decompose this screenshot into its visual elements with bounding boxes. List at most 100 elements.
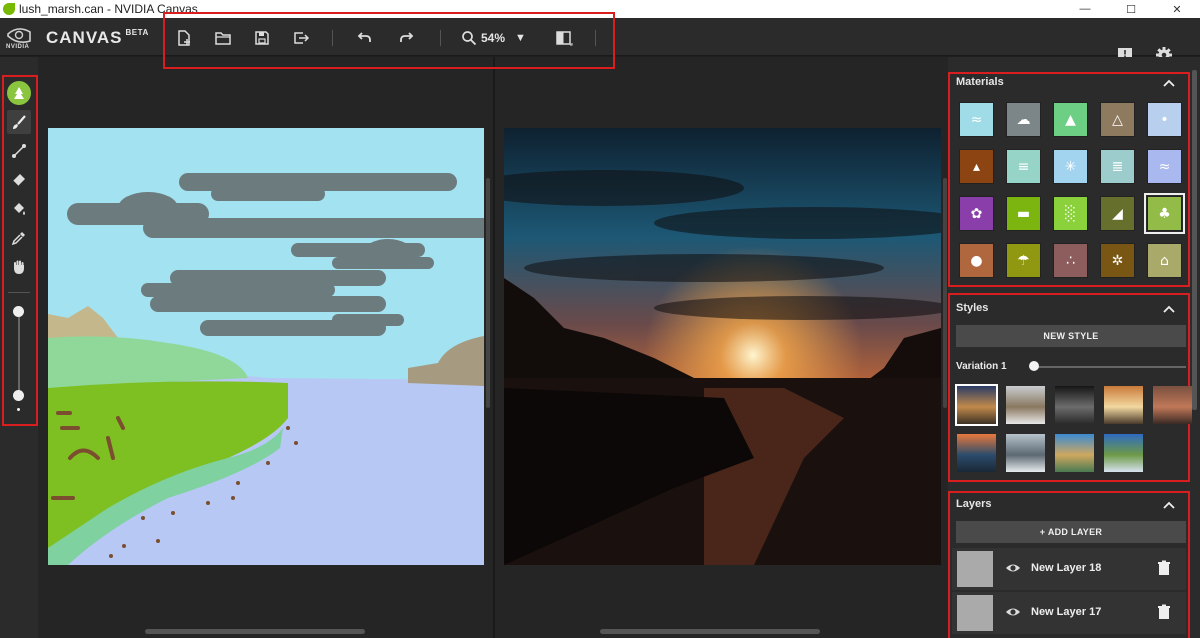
left-vertical-scrollbar[interactable] — [486, 178, 490, 408]
water-icon: ≈ — [1158, 158, 1171, 175]
brand-name: CANVAS — [46, 28, 123, 47]
layer-row[interactable]: New Layer 17 — [952, 592, 1186, 634]
palm-icon: ☂ — [1017, 252, 1030, 269]
zoom-control[interactable]: 54% ▼ — [461, 27, 539, 49]
new-style-button[interactable]: NEW STYLE — [956, 325, 1186, 347]
fog-icon: ≡ — [1017, 158, 1030, 175]
zoom-value: 54% — [481, 31, 506, 45]
style-thumbnail[interactable] — [957, 434, 996, 472]
material-sea[interactable]: ≈ — [959, 102, 994, 137]
redo-icon[interactable] — [395, 27, 419, 49]
beta-tag: BETA — [125, 28, 149, 37]
app-icon — [3, 3, 15, 15]
split-view-icon[interactable] — [552, 27, 576, 49]
brush-size-max-icon — [13, 306, 24, 317]
line-icon[interactable] — [7, 139, 31, 163]
material-tree-icon[interactable] — [7, 81, 31, 105]
maximize-button[interactable]: ☐ — [1108, 0, 1154, 18]
mountain-icon: △ — [1112, 111, 1123, 128]
chevron-up-icon[interactable] — [1163, 304, 1175, 314]
style-thumbnail[interactable] — [1055, 386, 1094, 424]
style-thumbnail[interactable] — [1055, 434, 1094, 472]
new-file-icon[interactable] — [172, 27, 196, 49]
zoom-icon — [462, 31, 477, 46]
brush-icon[interactable] — [7, 110, 31, 134]
variation-label: Variation 1 — [956, 361, 1007, 372]
undo-icon[interactable] — [352, 27, 376, 49]
eyedropper-icon[interactable] — [7, 226, 31, 250]
left-horizontal-scrollbar[interactable] — [145, 629, 365, 634]
tool-separator — [8, 292, 30, 293]
material-grass-hill[interactable]: ▲ — [1053, 102, 1088, 137]
trash-icon[interactable] — [1157, 604, 1171, 620]
open-folder-icon[interactable] — [211, 27, 235, 49]
material-sand[interactable]: ✲ — [1100, 243, 1135, 278]
pan-hand-icon[interactable] — [7, 255, 31, 279]
variation-slider[interactable] — [1034, 366, 1186, 368]
styles-title: Styles — [956, 302, 989, 314]
material-grass[interactable]: ▬ — [1006, 196, 1041, 231]
material-snow[interactable]: ✳ — [1053, 149, 1088, 184]
material-fog[interactable]: ≡ — [1006, 149, 1041, 184]
panel-scrollbar[interactable] — [1192, 70, 1197, 410]
chevron-up-icon[interactable] — [1163, 78, 1175, 88]
material-tall-grass[interactable]: ░ — [1053, 196, 1088, 231]
generated-landscape-image — [504, 128, 941, 565]
style-thumbnail[interactable] — [1153, 386, 1192, 424]
gravel-icon: ∴ — [1066, 252, 1075, 269]
style-thumbnail[interactable] — [1006, 386, 1045, 424]
brush-size-slider[interactable] — [18, 310, 20, 396]
variation-slider-handle[interactable] — [1029, 361, 1039, 371]
right-horizontal-scrollbar[interactable] — [600, 629, 820, 634]
chevron-down-icon[interactable]: ▼ — [515, 32, 526, 44]
split-divider[interactable] — [493, 57, 495, 638]
toolbar-separator — [332, 30, 333, 46]
trash-icon[interactable] — [1157, 560, 1171, 576]
material-mist[interactable]: ≣ — [1100, 149, 1135, 184]
materials-title: Materials — [956, 76, 1004, 88]
style-thumbnail[interactable] — [1104, 434, 1143, 472]
chevron-up-icon[interactable] — [1163, 500, 1175, 510]
material-flower[interactable]: ✿ — [959, 196, 994, 231]
minimize-button[interactable]: — — [1062, 0, 1108, 18]
style-thumbnail[interactable] — [1104, 386, 1143, 424]
style-thumbnail[interactable] — [1006, 434, 1045, 472]
material-palm[interactable]: ☂ — [1006, 243, 1041, 278]
brush-size-handle[interactable] — [13, 390, 24, 401]
toolbar-separator — [440, 30, 441, 46]
mist-icon: ≣ — [1111, 158, 1124, 175]
toolbar-separator — [595, 30, 596, 46]
eye-icon[interactable] — [1005, 605, 1021, 619]
window-controls: — ☐ ✕ — [1062, 0, 1200, 18]
material-water-drop[interactable]: • — [1147, 102, 1182, 137]
material-water[interactable]: ≈ — [1147, 149, 1182, 184]
layers-title: Layers — [956, 498, 992, 510]
material-dirt[interactable]: ▴ — [959, 149, 994, 184]
material-cloud[interactable]: ☁ — [1006, 102, 1041, 137]
brush-size-min-icon — [17, 408, 20, 411]
material-stone[interactable]: ● — [959, 243, 994, 278]
sea-icon: ≈ — [970, 111, 983, 128]
material-tree[interactable]: ♣ — [1144, 193, 1185, 234]
add-layer-button[interactable]: + ADD LAYER — [956, 521, 1186, 543]
style-thumbnail[interactable] — [955, 384, 998, 426]
material-gravel[interactable]: ∴ — [1053, 243, 1088, 278]
fill-bucket-icon[interactable] — [7, 197, 31, 221]
material-bridge[interactable]: ⌂ — [1147, 243, 1182, 278]
segmentation-drawing — [48, 128, 484, 565]
grass-hill-icon: ▲ — [1065, 111, 1076, 128]
save-icon[interactable] — [250, 27, 274, 49]
tall-grass-icon: ░ — [1065, 205, 1076, 222]
cloud-icon: ☁ — [1016, 111, 1031, 128]
snow-icon: ✳ — [1064, 158, 1077, 175]
eye-icon[interactable] — [1005, 561, 1021, 575]
eraser-icon[interactable] — [7, 168, 31, 192]
segmentation-canvas[interactable] — [48, 128, 484, 565]
right-vertical-scrollbar[interactable] — [943, 178, 947, 408]
layer-row[interactable]: New Layer 18 — [952, 548, 1186, 590]
grass-icon: ▬ — [1016, 205, 1031, 222]
material-mountain[interactable]: △ — [1100, 102, 1135, 137]
close-button[interactable]: ✕ — [1154, 0, 1200, 18]
export-icon[interactable] — [289, 27, 313, 49]
material-rock[interactable]: ◢ — [1100, 196, 1135, 231]
